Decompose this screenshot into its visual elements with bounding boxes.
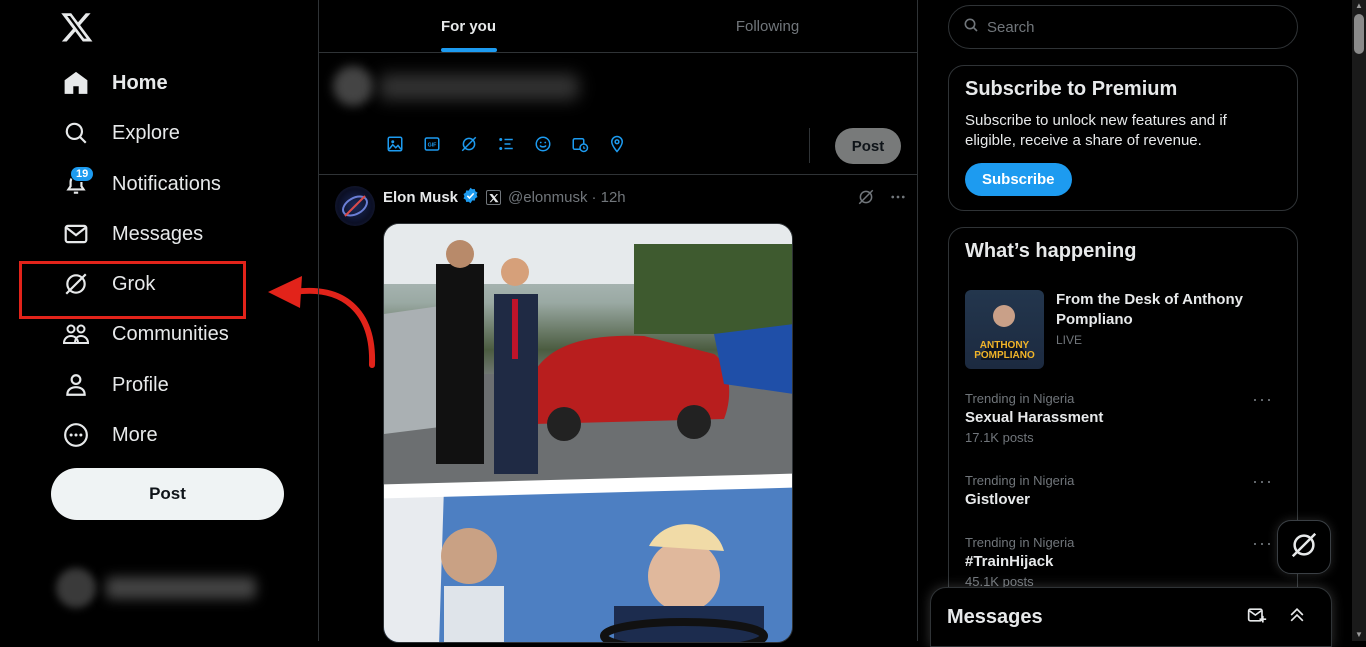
emoji-icon[interactable] xyxy=(533,134,553,154)
more-options-icon[interactable]: ··· xyxy=(1252,389,1273,410)
live-label: LIVE xyxy=(1056,333,1083,347)
scrollbar-thumb[interactable] xyxy=(1354,14,1364,54)
envelope-icon xyxy=(60,218,92,250)
annotation-highlight-box xyxy=(19,261,246,319)
person-icon xyxy=(60,369,92,401)
image-icon[interactable] xyxy=(385,134,405,154)
tab-for-you[interactable]: For you xyxy=(319,0,618,52)
live-title: From the Desk of Anthony Pompliano xyxy=(1056,291,1243,328)
search-input[interactable]: Search xyxy=(948,5,1298,49)
timeline-tabs: For you Following xyxy=(319,0,917,53)
live-event[interactable]: ANTHONY POMPLIANO From the Desk of Antho… xyxy=(965,290,1256,369)
more-options-icon[interactable]: ··· xyxy=(1252,471,1273,492)
grok-icon[interactable] xyxy=(459,134,479,154)
more-circle-icon xyxy=(60,419,92,451)
nav-label-more: More xyxy=(112,423,158,446)
account-switcher[interactable] xyxy=(56,563,296,613)
gif-icon[interactable]: GIF xyxy=(422,134,442,154)
bell-icon: 19 xyxy=(60,166,95,200)
new-message-icon[interactable] xyxy=(1247,605,1267,630)
post-button[interactable]: Post xyxy=(51,468,284,520)
tweet-author-name[interactable]: Elon Musk xyxy=(383,189,458,206)
nav-label-communities: Communities xyxy=(112,322,229,345)
trend-category: Trending in Nigeria xyxy=(965,391,1075,406)
trend-count: 17.1K posts xyxy=(965,430,1034,445)
trend-name: Sexual Harassment xyxy=(965,409,1104,426)
live-thumbnail: ANTHONY POMPLIANO xyxy=(965,290,1044,369)
grok-floating-button[interactable] xyxy=(1277,520,1331,574)
people-icon xyxy=(60,318,92,350)
tweet-header: Elon Musk @elonmusk · 12h xyxy=(383,187,626,208)
account-name-blurred xyxy=(106,577,256,599)
composer-divider xyxy=(809,128,810,163)
composer-input[interactable] xyxy=(379,74,579,100)
x-affiliate-badge-icon xyxy=(486,190,502,205)
home-icon xyxy=(60,67,92,99)
nav-profile[interactable]: Profile xyxy=(60,363,169,407)
composer-toolbar: GIF xyxy=(385,134,627,154)
page-scrollbar[interactable] xyxy=(1352,0,1366,641)
trend-name: #TrainHijack xyxy=(965,553,1054,570)
location-icon[interactable] xyxy=(607,134,627,154)
trend-category: Trending in Nigeria xyxy=(965,473,1075,488)
whats-happening-title: What’s happening xyxy=(965,240,1137,262)
avatar xyxy=(56,568,96,608)
tweet-media[interactable] xyxy=(383,223,793,643)
nav-label-home: Home xyxy=(112,71,168,94)
trend-category: Trending in Nigeria xyxy=(965,535,1075,550)
nav-more[interactable]: More xyxy=(60,413,158,457)
grok-icon[interactable] xyxy=(857,188,875,211)
live-thumb-text: ANTHONY POMPLIANO xyxy=(974,340,1035,361)
subscribe-button[interactable]: Subscribe xyxy=(965,163,1072,196)
nav-home[interactable]: Home xyxy=(60,61,168,105)
notification-badge: 19 xyxy=(70,166,95,182)
search-icon xyxy=(60,117,92,149)
nav-notifications[interactable]: 19 Notifications xyxy=(60,162,221,206)
premium-title: Subscribe to Premium xyxy=(965,78,1178,100)
x-logo-icon[interactable] xyxy=(60,10,94,44)
nav-label-explore: Explore xyxy=(112,121,180,144)
search-icon xyxy=(963,17,979,38)
verified-icon xyxy=(462,187,479,208)
scroll-up-arrow-icon[interactable]: ▲ xyxy=(1352,0,1366,12)
messages-drawer-title: Messages xyxy=(947,605,1043,628)
tweet-timestamp[interactable]: · 12h xyxy=(591,189,625,206)
timeline-column: For you Following GIF Post Elon Musk @el… xyxy=(318,0,918,643)
avatar[interactable] xyxy=(335,186,375,226)
trend-item[interactable]: Trending in Nigeria #TrainHijack 45.1K p… xyxy=(965,533,1283,589)
grok-icon xyxy=(1289,530,1319,565)
chevron-up-icon[interactable] xyxy=(1287,605,1307,630)
scroll-down-arrow-icon[interactable]: ▼ xyxy=(1352,629,1366,641)
schedule-icon[interactable] xyxy=(570,134,590,154)
avatar xyxy=(333,66,373,106)
tweet-actions-top xyxy=(857,188,907,211)
nav-label-messages: Messages xyxy=(112,222,204,245)
poll-icon[interactable] xyxy=(496,134,516,154)
more-options-icon[interactable]: ··· xyxy=(1252,533,1273,554)
messages-drawer-actions xyxy=(1247,605,1307,630)
trend-name: Gistlover xyxy=(965,491,1031,508)
premium-card: Subscribe to Premium Subscribe to unlock… xyxy=(948,65,1298,211)
tweet[interactable]: Elon Musk @elonmusk · 12h xyxy=(319,176,917,643)
post-composer: GIF Post xyxy=(319,54,917,175)
premium-body: Subscribe to unlock new features and if … xyxy=(965,112,1227,149)
trend-item[interactable]: Trending in Nigeria Gistlover ··· xyxy=(965,471,1283,508)
messages-drawer[interactable]: Messages xyxy=(930,587,1332,647)
tweet-photo-2[interactable] xyxy=(384,486,792,642)
search-placeholder: Search xyxy=(987,18,1035,36)
composer-post-button[interactable]: Post xyxy=(835,128,901,164)
trend-item[interactable]: Trending in Nigeria Sexual Harassment 17… xyxy=(965,389,1283,445)
whats-happening-card: What’s happening ANTHONY POMPLIANO From … xyxy=(948,227,1298,647)
svg-text:GIF: GIF xyxy=(428,142,438,148)
nav-messages[interactable]: Messages xyxy=(60,212,203,256)
tweet-photo-1[interactable] xyxy=(384,224,792,486)
nav-explore[interactable]: Explore xyxy=(60,111,180,155)
more-options-icon[interactable] xyxy=(889,188,907,211)
nav-label-notifications: Notifications xyxy=(112,172,221,195)
nav-label-profile: Profile xyxy=(112,373,169,396)
tweet-author-handle[interactable]: @elonmusk xyxy=(508,189,587,206)
tab-following[interactable]: Following xyxy=(618,0,917,52)
